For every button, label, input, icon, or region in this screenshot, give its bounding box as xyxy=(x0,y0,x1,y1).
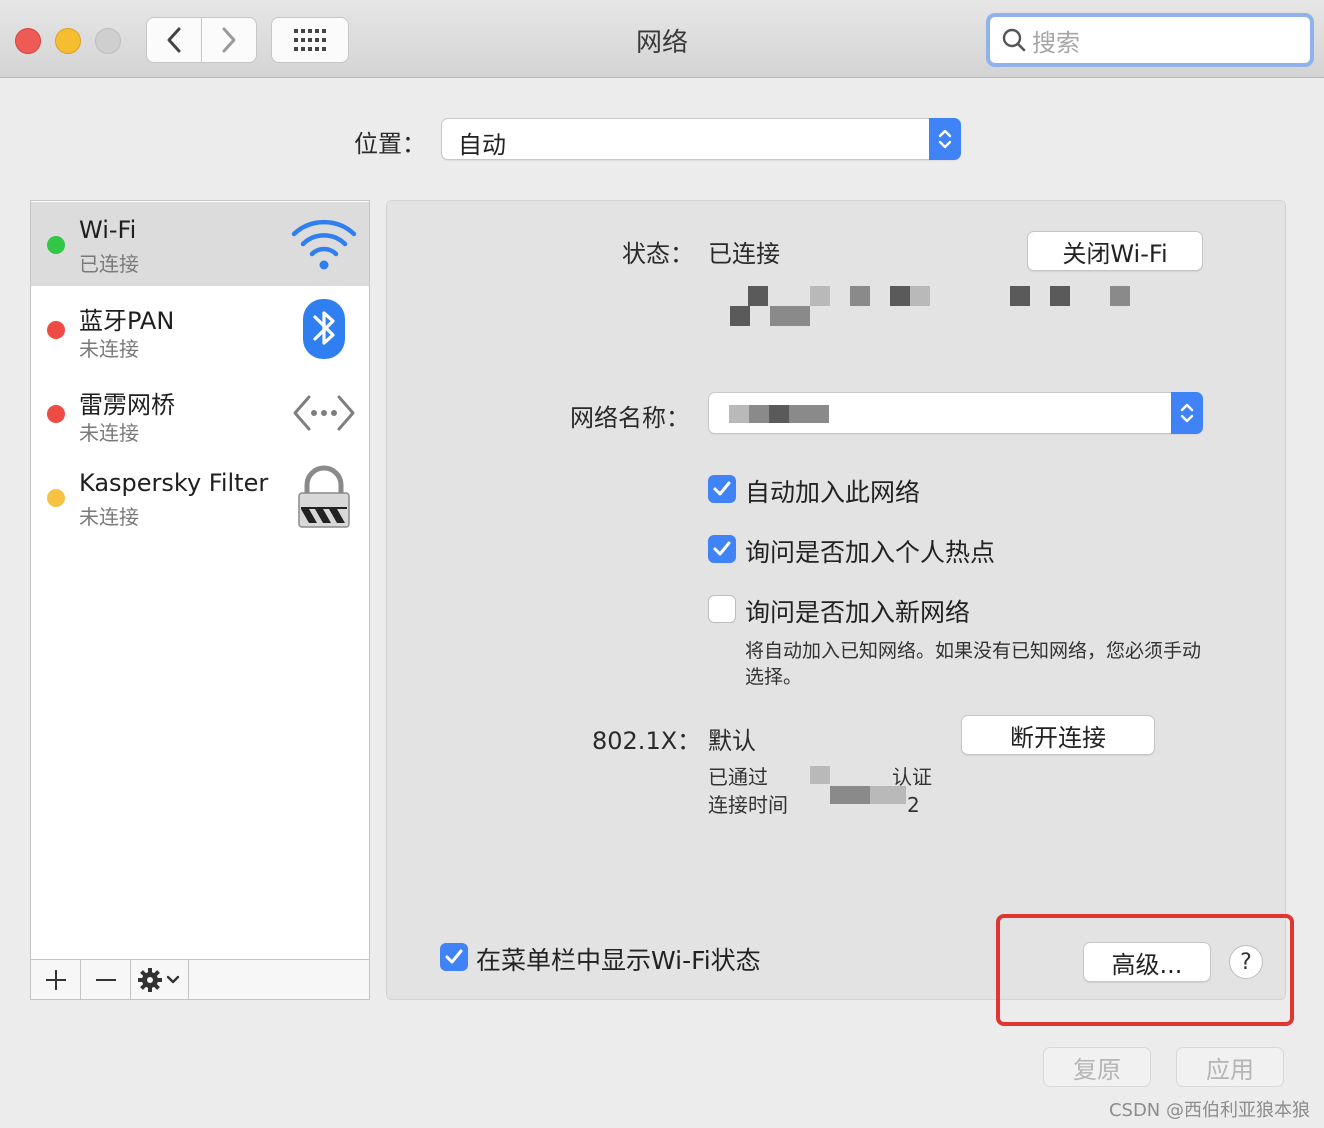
remove-service-button[interactable] xyxy=(81,960,131,999)
redacted-block xyxy=(789,405,809,423)
search-field[interactable]: 搜索 xyxy=(986,13,1314,67)
disconnect-button[interactable]: 断开连接 xyxy=(961,715,1155,755)
checkmark-icon xyxy=(713,541,731,556)
redacted-block xyxy=(790,306,810,326)
dot1x-label: 802.1X： xyxy=(592,727,702,755)
redacted-block xyxy=(910,286,930,306)
title-bar: 网络 搜索 xyxy=(0,0,1324,78)
service-item-thunderbolt-bridge[interactable]: 雷雳网桥 未连接 xyxy=(31,371,369,455)
watermark: CSDN @西伯利亚狼本狼 xyxy=(1108,1100,1310,1121)
status-label: 状态： xyxy=(622,240,694,268)
redacted-block xyxy=(890,786,906,804)
auto-join-label: 自动加入此网络 xyxy=(745,478,921,507)
plus-icon xyxy=(45,969,66,990)
service-status: 未连接 xyxy=(79,421,139,445)
redacted-block xyxy=(1050,286,1070,306)
redacted-block xyxy=(850,786,870,804)
location-label: 位置： xyxy=(354,130,426,158)
service-item-bluetooth-pan[interactable]: 蓝牙PAN 未连接 xyxy=(31,287,369,371)
redacted-block xyxy=(729,405,749,423)
lock-icon xyxy=(298,465,350,528)
service-item-wifi[interactable]: Wi-Fi 已连接 xyxy=(31,202,369,286)
service-item-kaspersky-filter[interactable]: Kaspersky Filter 未连接 xyxy=(31,455,369,539)
redacted-block xyxy=(890,286,910,306)
show-wifi-menubar-label: 在菜单栏中显示Wi-Fi状态 xyxy=(476,946,761,975)
network-name-popup[interactable] xyxy=(708,392,1203,434)
service-status: 未连接 xyxy=(79,505,139,529)
redacted-block xyxy=(830,786,850,804)
service-list: Wi-Fi 已连接 蓝牙PAN 未连接 雷雳网桥 未连接 Kaspersky F… xyxy=(30,200,370,1000)
ask-new-network-note: 将自动加入已知网络。如果没有已知网络，您必须手动选择。 xyxy=(745,640,1202,688)
search-icon xyxy=(1002,28,1026,52)
redacted-block xyxy=(810,286,830,306)
auth-line-2: 连接时间 xyxy=(708,793,788,817)
service-status: 未连接 xyxy=(79,337,139,361)
bluetooth-icon xyxy=(303,299,345,359)
ask-new-network-label: 询问是否加入新网络 xyxy=(745,598,971,627)
auth-line-2-tail: 2 xyxy=(907,793,920,817)
network-name-label: 网络名称： xyxy=(570,404,690,432)
ask-new-network-checkbox[interactable] xyxy=(708,595,736,623)
turn-off-wifi-button[interactable]: 关闭Wi-Fi xyxy=(1027,231,1203,271)
service-name: 蓝牙PAN xyxy=(79,307,175,335)
location-popup[interactable]: 自动 xyxy=(441,118,961,160)
redacted-block xyxy=(770,306,790,326)
redacted-block xyxy=(748,286,768,306)
redacted-block xyxy=(850,286,870,306)
ask-hotspot-checkbox[interactable] xyxy=(708,535,736,563)
service-list-toolbar xyxy=(31,959,369,999)
add-service-button[interactable] xyxy=(31,960,81,999)
redacted-block xyxy=(1110,286,1130,306)
wifi-icon xyxy=(291,219,357,270)
minus-icon xyxy=(95,978,116,981)
redacted-block xyxy=(810,766,830,784)
thunderbolt-bridge-icon xyxy=(293,395,355,431)
status-dot xyxy=(47,405,65,423)
checkmark-icon xyxy=(445,949,463,964)
service-name: 雷雳网桥 xyxy=(79,391,175,419)
redacted-block xyxy=(870,786,890,804)
redacted-block xyxy=(730,306,750,326)
status-dot xyxy=(47,236,65,254)
action-menu-button[interactable] xyxy=(131,960,189,999)
gear-icon xyxy=(137,967,179,992)
updown-chevron-icon xyxy=(1171,392,1203,434)
search-placeholder: 搜索 xyxy=(1032,28,1080,57)
status-dot xyxy=(47,321,65,339)
auto-join-checkbox[interactable] xyxy=(708,475,736,503)
highlight-annotation xyxy=(996,914,1294,1026)
redacted-block xyxy=(1010,286,1030,306)
auth-line-1: 已通过 xyxy=(708,765,768,789)
chevron-down-icon xyxy=(166,975,179,983)
checkmark-icon xyxy=(713,481,731,496)
revert-button[interactable]: 复原 xyxy=(1043,1047,1151,1087)
dot1x-value: 默认 xyxy=(708,727,756,755)
redacted-block xyxy=(749,405,769,423)
service-status: 已连接 xyxy=(79,252,139,276)
status-dot xyxy=(47,489,65,507)
apply-button[interactable]: 应用 xyxy=(1176,1047,1284,1087)
ask-hotspot-label: 询问是否加入个人热点 xyxy=(745,538,996,567)
status-value: 已连接 xyxy=(708,240,780,268)
updown-chevron-icon xyxy=(929,118,961,160)
redacted-block xyxy=(769,405,789,423)
service-name: Kaspersky Filter xyxy=(79,469,269,497)
service-name: Wi-Fi xyxy=(79,216,137,244)
redacted-block xyxy=(809,405,829,423)
show-wifi-menubar-checkbox[interactable] xyxy=(440,943,468,971)
location-value: 自动 xyxy=(458,131,506,159)
